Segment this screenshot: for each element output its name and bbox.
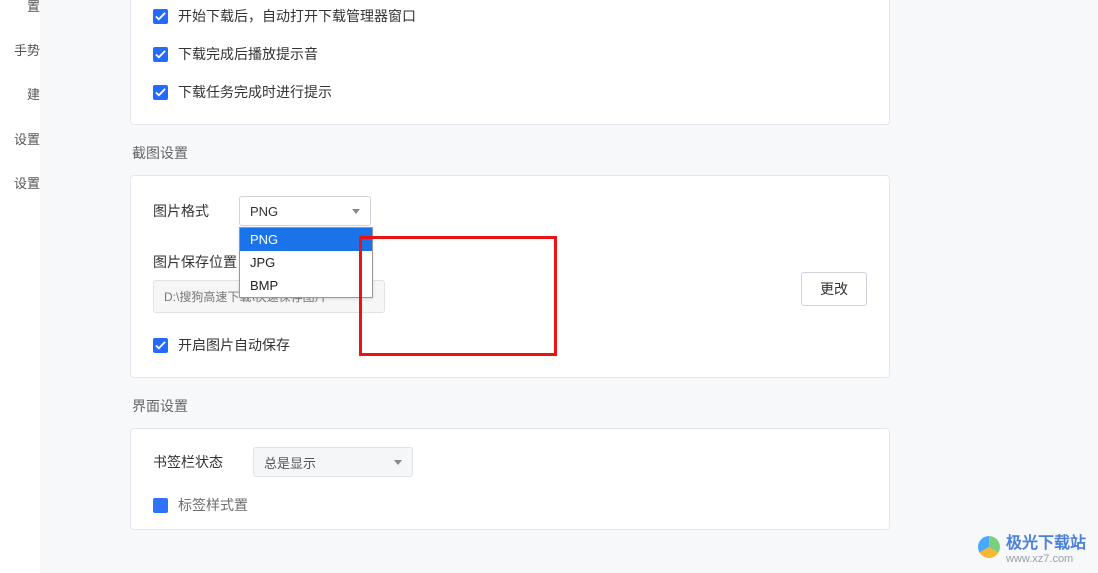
select-value: PNG (250, 204, 278, 219)
checkbox-label: 下载完成后播放提示音 (178, 44, 318, 64)
checkbox-label: 开始下载后，自动打开下载管理器窗口 (178, 6, 416, 26)
bookmark-bar-select[interactable]: 总是显示 (253, 447, 413, 477)
main-content: 开始下载后，自动打开下载管理器窗口 下载完成后播放提示音 下载任务完成时进行提示… (40, 0, 1098, 573)
ui-settings-panel: 书签栏状态 总是显示 标签样式置 (130, 428, 890, 530)
watermark: 极光下载站 www.xz7.com (978, 529, 1086, 565)
sidebar-item[interactable]: 设置 (0, 171, 40, 197)
sidebar-item[interactable]: 建 (0, 82, 40, 108)
check-icon (155, 11, 166, 22)
image-format-dropdown: PNG JPG BMP (239, 227, 373, 298)
checkbox-label: 下载任务完成时进行提示 (178, 82, 332, 102)
checkbox[interactable] (153, 498, 168, 513)
checkbox[interactable] (153, 338, 168, 353)
dropdown-option-bmp[interactable]: BMP (240, 274, 372, 297)
download-settings-panel: 开始下载后，自动打开下载管理器窗口 下载完成后播放提示音 下载任务完成时进行提示 (130, 0, 890, 125)
checkbox[interactable] (153, 9, 168, 24)
check-icon (155, 49, 166, 60)
section-title-screenshot: 截图设置 (132, 143, 1098, 163)
sidebar-item[interactable]: 设置 (0, 127, 40, 153)
checkbox[interactable] (153, 85, 168, 100)
change-path-button[interactable]: 更改 (801, 272, 867, 306)
sidebar: 置 手势 建 设置 设置 (0, 0, 40, 573)
section-title-ui: 界面设置 (132, 396, 1098, 416)
check-icon (155, 340, 166, 351)
chevron-down-icon (352, 209, 360, 214)
image-format-label: 图片格式 (153, 201, 239, 221)
chevron-down-icon (394, 460, 402, 465)
checkbox[interactable] (153, 47, 168, 62)
watermark-url: www.xz7.com (1006, 553, 1086, 565)
image-save-location-label: 图片保存位置 (153, 252, 239, 272)
image-format-select[interactable]: PNG PNG JPG BMP (239, 196, 371, 226)
screenshot-settings-panel: 图片格式 PNG PNG JPG BMP 图片保存位置 D:\搜狗高速下载\快速… (130, 175, 890, 378)
label-partial: 标签样式置 (178, 495, 248, 515)
sidebar-item[interactable]: 手势 (0, 38, 40, 64)
checkbox-label: 开启图片自动保存 (178, 335, 290, 355)
bookmark-bar-label: 书签栏状态 (153, 452, 253, 472)
check-icon (155, 87, 166, 98)
watermark-title: 极光下载站 (1006, 529, 1086, 553)
select-value: 总是显示 (264, 453, 316, 472)
watermark-logo-icon (978, 536, 1000, 558)
dropdown-option-png[interactable]: PNG (240, 228, 372, 251)
sidebar-item[interactable]: 置 (0, 0, 40, 20)
dropdown-option-jpg[interactable]: JPG (240, 251, 372, 274)
